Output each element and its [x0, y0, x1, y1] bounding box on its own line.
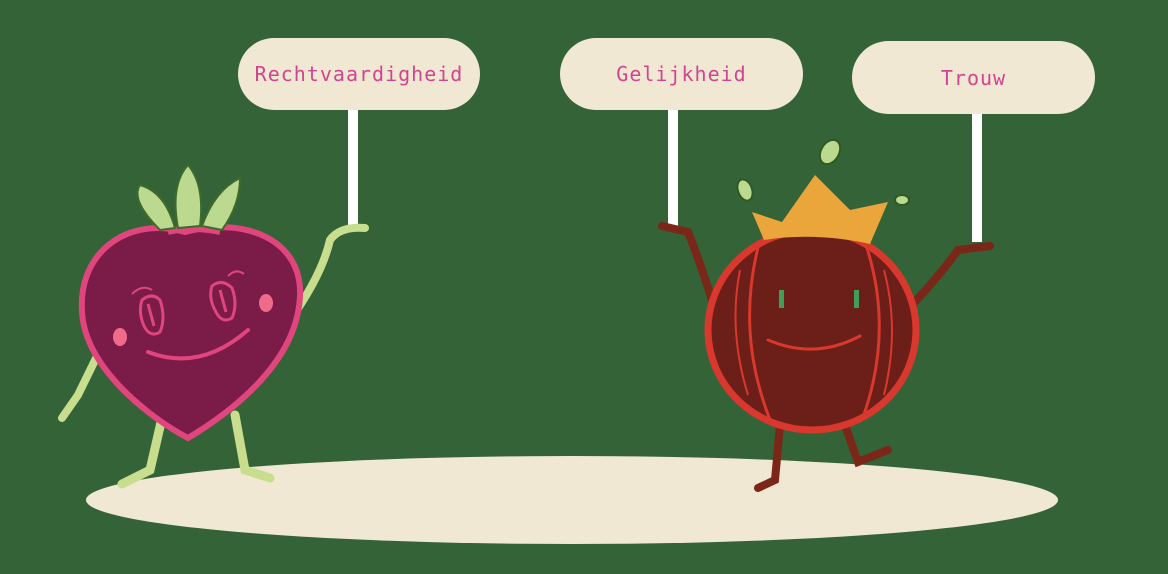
- sign-trouw: Trouw: [852, 41, 1095, 114]
- strawberry-arm-left: [58, 346, 104, 422]
- tomato-leg-right: [841, 421, 892, 468]
- tomato-character: [658, 138, 994, 492]
- sign-gelijkheid: Gelijkheid: [560, 38, 803, 110]
- crown-leaf-icon: [736, 178, 754, 202]
- strawberry-cheek: [113, 328, 127, 346]
- sign-label: Trouw: [940, 65, 1007, 90]
- tomato-arm-right: [908, 242, 994, 309]
- tomato-arm-left: [658, 222, 716, 304]
- sign-label: Rechtvaardigheid: [254, 62, 464, 86]
- strawberry-leaf-icon: [136, 183, 177, 232]
- tomato-body: [704, 226, 920, 434]
- ground-ellipse: [86, 456, 1058, 544]
- crown-leaf-icon: [894, 194, 910, 206]
- strawberry-cheek: [259, 294, 273, 312]
- strawberry-top-band: [167, 226, 221, 235]
- strawberry-character: [58, 163, 369, 489]
- strawberry-leaf-icon: [174, 163, 203, 230]
- tomato-eye-right: [854, 290, 859, 308]
- crown-leaf-icon: [818, 138, 842, 166]
- illustration-canvas: Rechtvaardigheid Gelijkheid Trouw: [0, 0, 1168, 574]
- crown-icon: [752, 175, 888, 244]
- tomato-eye-left: [779, 290, 784, 308]
- sign-pole-middle: [668, 108, 678, 226]
- sign-pole-right: [972, 112, 982, 242]
- sign-label: Gelijkheid: [616, 62, 747, 86]
- strawberry-leaf-icon: [200, 176, 242, 232]
- sign-rechtvaardigheid: Rechtvaardigheid: [238, 38, 480, 110]
- sign-pole-left: [348, 108, 358, 226]
